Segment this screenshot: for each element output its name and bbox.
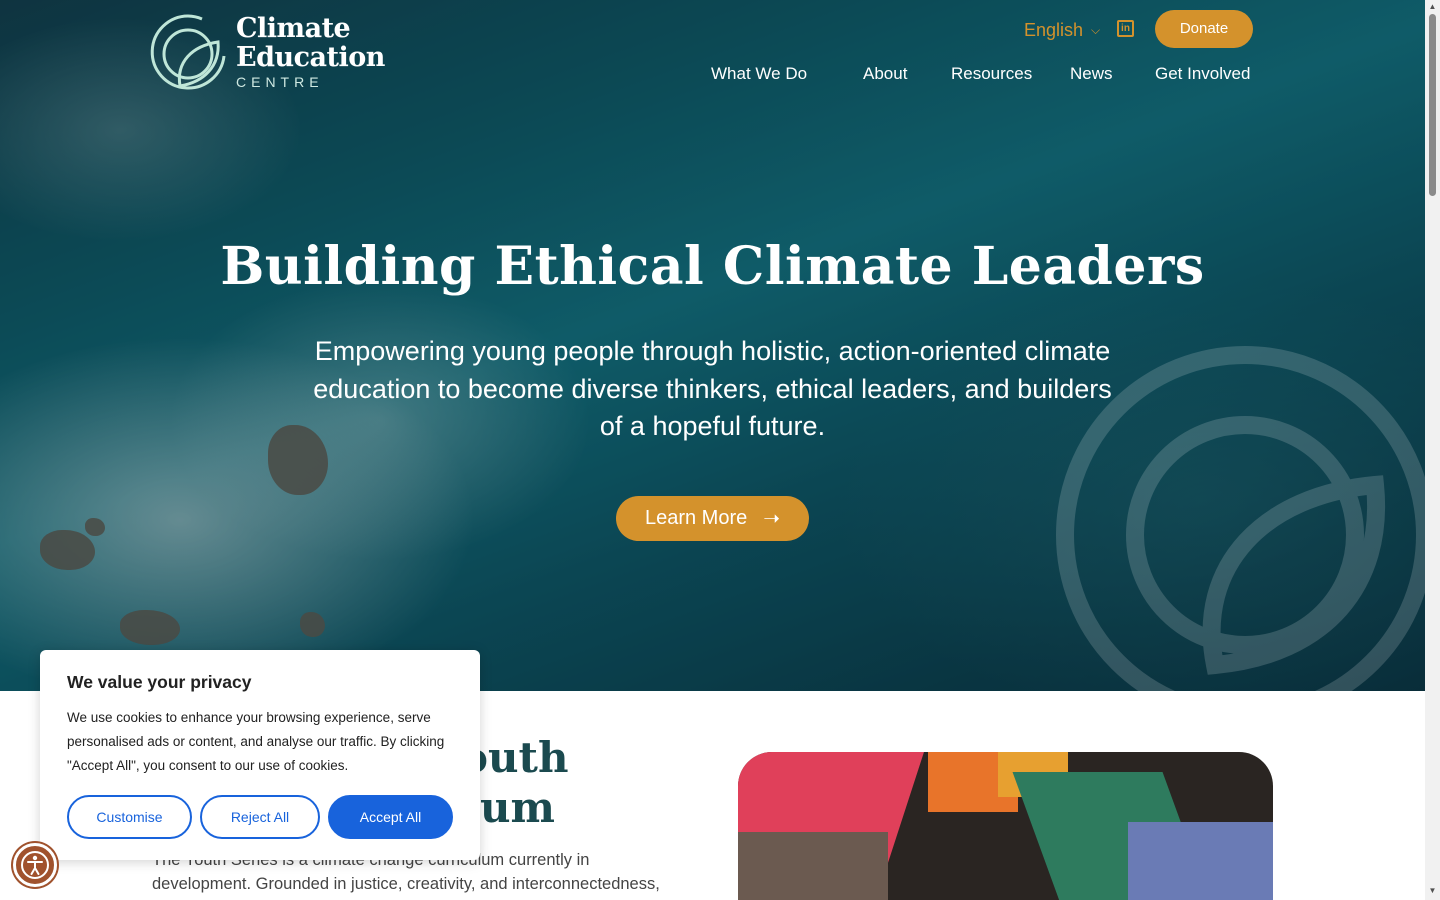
photo-sleeve (738, 832, 888, 900)
site-logo[interactable]: Climate Education CENTRE (146, 10, 396, 94)
chevron-down-icon: ⌵ (1091, 23, 1101, 37)
photo-sleeve (1128, 822, 1273, 900)
learn-more-label: Learn More (644, 507, 748, 529)
nav-item-news[interactable]: News (1070, 64, 1113, 84)
donate-button[interactable]: Donate (1155, 10, 1253, 48)
rock-shape (40, 530, 95, 570)
accept-all-button[interactable]: Accept All (328, 795, 453, 839)
cookie-text: We use cookies to enhance your browsing … (67, 710, 445, 773)
logo-line-centre: CENTRE (236, 74, 324, 90)
hero-subtitle: Empowering young people through holistic… (313, 336, 1112, 441)
customise-button[interactable]: Customise (67, 795, 192, 839)
linkedin-icon[interactable]: in (1117, 20, 1134, 37)
language-selector[interactable]: English ⌵ (1024, 20, 1100, 41)
accessibility-icon (21, 851, 49, 879)
nav-item-what-we-do[interactable]: What We Do (711, 64, 807, 84)
cookie-consent-banner: We value your privacy We use cookies to … (40, 650, 480, 860)
rock-shape (85, 518, 105, 536)
accessibility-button[interactable] (13, 843, 57, 887)
leaf-logo-icon (150, 14, 226, 90)
logo-line-education: Education (236, 42, 385, 73)
learn-more-button[interactable]: Learn More ➝ (616, 496, 809, 541)
hero-title: Building Ethical Climate Leaders (220, 236, 1205, 297)
scroll-up-icon[interactable]: ▲ (1427, 2, 1438, 12)
language-label: English (1024, 20, 1084, 40)
logo-line-climate: Climate (236, 13, 351, 44)
rock-shape (120, 610, 180, 645)
scrollbar-thumb[interactable] (1429, 14, 1436, 196)
scroll-down-icon[interactable]: ▼ (1427, 886, 1438, 896)
logo-wordmark: Climate Education CENTRE (236, 14, 385, 90)
arrow-right-icon: ➝ (763, 508, 781, 530)
reject-all-button[interactable]: Reject All (200, 795, 320, 839)
sweater-hands-photo (738, 752, 1273, 900)
nav-item-about[interactable]: About (863, 64, 907, 84)
cookie-title: We value your privacy (67, 672, 252, 692)
rock-shape (300, 612, 325, 637)
nav-item-get-involved[interactable]: Get Involved (1155, 64, 1250, 84)
nav-item-resources[interactable]: Resources (951, 64, 1032, 84)
